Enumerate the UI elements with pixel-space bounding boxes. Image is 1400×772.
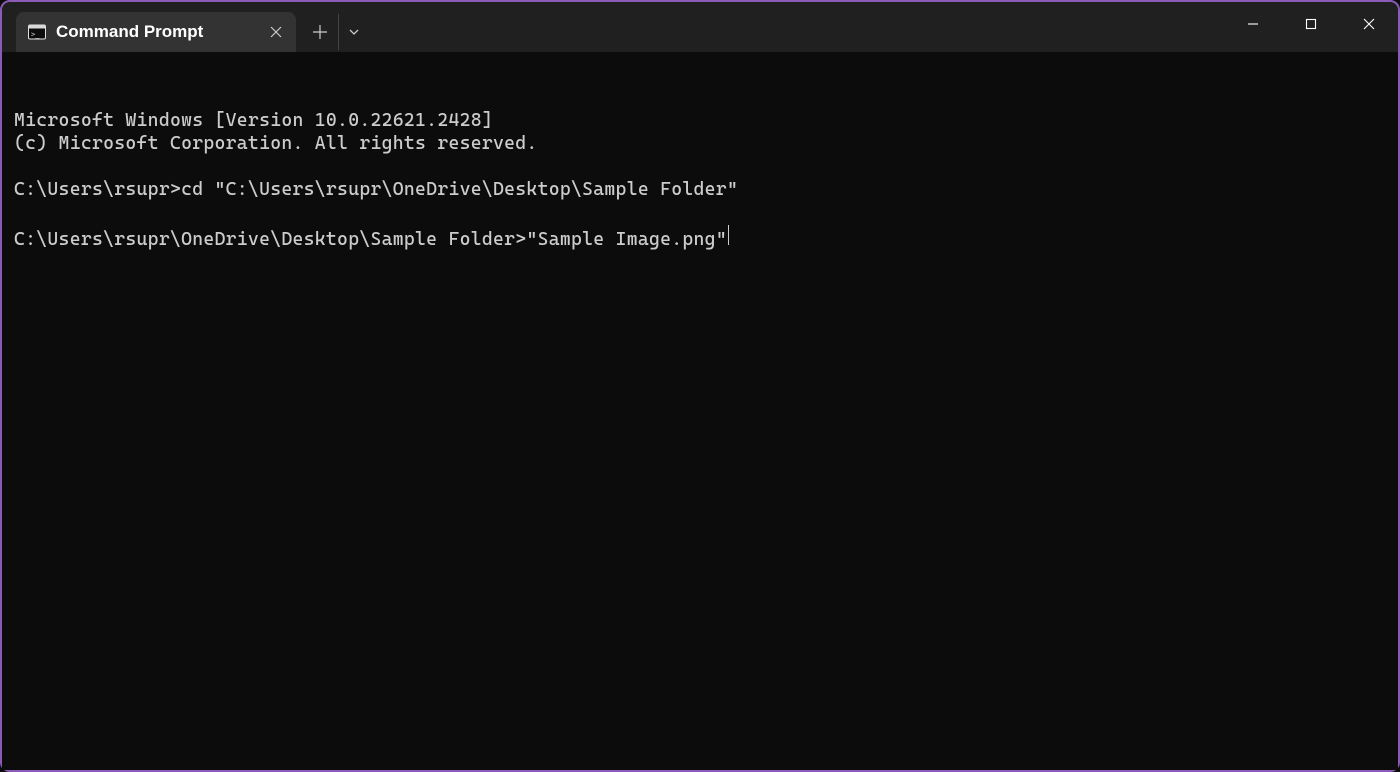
window-controls <box>1224 4 1398 44</box>
maximize-button[interactable] <box>1282 4 1340 44</box>
terminal-output-line: C:\Users\rsupr>cd "C:\Users\rsupr\OneDri… <box>14 178 1386 201</box>
tab-title: Command Prompt <box>56 22 256 42</box>
terminal-prompt: C:\Users\rsupr\OneDrive\Desktop\Sample F… <box>14 228 526 251</box>
titlebar: >_ Command Prompt <box>2 2 1398 52</box>
tab-command-prompt[interactable]: >_ Command Prompt <box>16 12 296 52</box>
minimize-button[interactable] <box>1224 4 1282 44</box>
tab-controls <box>302 12 368 52</box>
tab-dropdown-button[interactable] <box>338 14 368 50</box>
terminal-output-line <box>14 155 1386 178</box>
terminal-input-text: "Sample Image.png" <box>526 228 727 251</box>
close-window-button[interactable] <box>1340 4 1398 44</box>
terminal-output-line: Microsoft Windows [Version 10.0.22621.24… <box>14 109 1386 132</box>
new-tab-button[interactable] <box>302 14 338 50</box>
terminal-body[interactable]: Microsoft Windows [Version 10.0.22621.24… <box>2 52 1398 770</box>
terminal-output-line: (c) Microsoft Corporation. All rights re… <box>14 132 1386 155</box>
tab-area: >_ Command Prompt <box>2 2 296 52</box>
terminal-cursor <box>728 225 729 245</box>
svg-text:>_: >_ <box>31 31 40 39</box>
tab-close-button[interactable] <box>266 22 286 42</box>
terminal-input-line[interactable]: C:\Users\rsupr\OneDrive\Desktop\Sample F… <box>14 225 1386 252</box>
command-prompt-icon: >_ <box>28 23 46 41</box>
terminal-output-line <box>14 202 1386 225</box>
